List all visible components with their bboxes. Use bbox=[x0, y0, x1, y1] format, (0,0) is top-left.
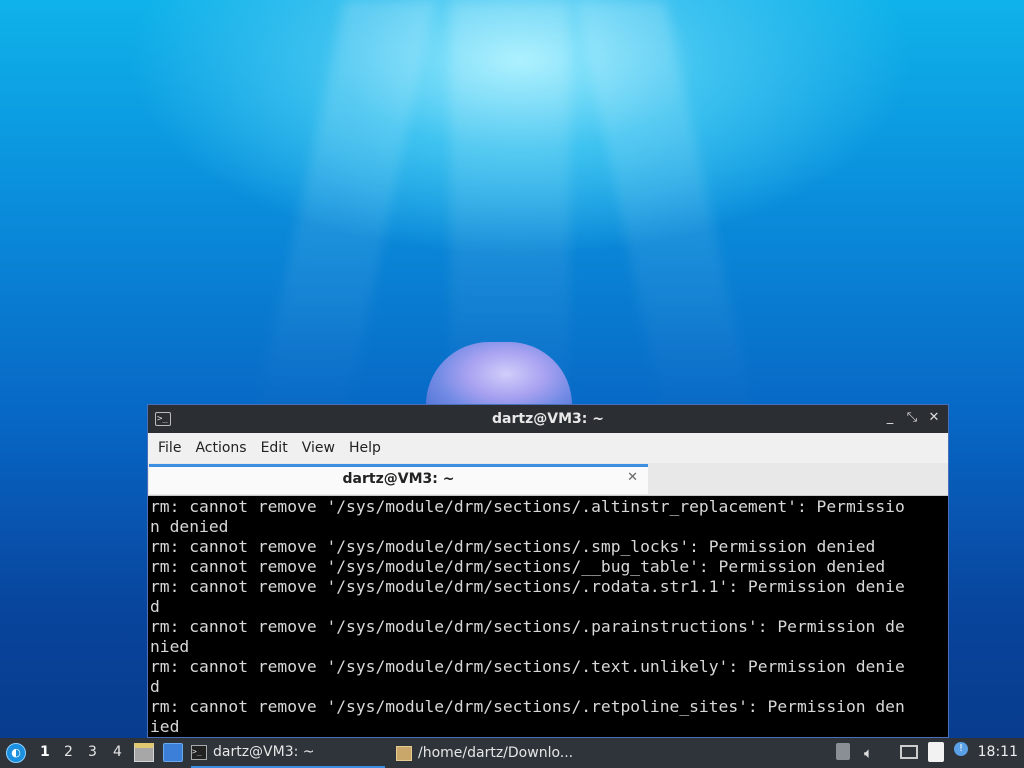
terminal-window: >_ dartz@VM3: ~ _ ⤡ ✕ File Actions Edit … bbox=[147, 404, 949, 738]
tab-bar: dartz@VM3: ~ ✕ bbox=[148, 463, 948, 496]
menu-edit[interactable]: Edit bbox=[261, 438, 288, 458]
terminal-line: ied bbox=[150, 717, 180, 736]
window-titlebar[interactable]: >_ dartz@VM3: ~ _ ⤡ ✕ bbox=[148, 405, 948, 433]
terminal-scrollbar[interactable] bbox=[926, 497, 948, 737]
window-controls: _ ⤡ ✕ bbox=[882, 410, 942, 425]
file-manager-icon[interactable] bbox=[134, 743, 154, 762]
workspace-2[interactable]: 2 bbox=[64, 744, 73, 760]
start-menu-icon[interactable]: ◐ bbox=[6, 743, 26, 763]
scroll-up-icon[interactable] bbox=[836, 743, 850, 760]
network-icon[interactable] bbox=[900, 745, 918, 759]
terminal-line: d bbox=[150, 677, 160, 696]
menu-help[interactable]: Help bbox=[349, 438, 381, 458]
terminal-line: d bbox=[150, 597, 160, 616]
tab-close-icon[interactable]: ✕ bbox=[627, 470, 638, 485]
notification-icon[interactable]: ! bbox=[954, 742, 968, 756]
terminal-line: rm: cannot remove '/sys/module/drm/secti… bbox=[150, 697, 905, 716]
workspace-4[interactable]: 4 bbox=[113, 744, 122, 760]
desktop-icon[interactable] bbox=[163, 743, 183, 762]
terminal-line: rm: cannot remove '/sys/module/drm/secti… bbox=[150, 557, 886, 576]
terminal-line: n denied bbox=[150, 517, 229, 536]
maximize-icon[interactable]: ⤡ bbox=[904, 410, 920, 425]
terminal-line: rm: cannot remove '/sys/module/drm/secti… bbox=[150, 577, 905, 596]
clock[interactable]: 18:11 bbox=[978, 744, 1018, 760]
workspace-3[interactable]: 3 bbox=[88, 744, 97, 760]
tab-terminal[interactable]: dartz@VM3: ~ ✕ bbox=[149, 464, 648, 494]
terminal-line: rm: cannot remove '/sys/module/drm/secti… bbox=[150, 617, 905, 636]
task-label: /home/dartz/Downlo... bbox=[418, 745, 574, 761]
menu-view[interactable]: View bbox=[302, 438, 335, 458]
close-icon[interactable]: ✕ bbox=[926, 410, 942, 425]
window-title: dartz@VM3: ~ bbox=[492, 411, 604, 427]
terminal-icon: >_ bbox=[155, 412, 171, 426]
task-terminal[interactable]: >_ dartz@VM3: ~ bbox=[191, 738, 385, 768]
clipboard-icon[interactable] bbox=[928, 742, 944, 762]
taskbar: ◐ 1 2 3 4 >_ dartz@VM3: ~ /home/dartz/Do… bbox=[0, 738, 1024, 768]
workspace-1[interactable]: 1 bbox=[40, 744, 50, 760]
terminal-output[interactable]: rm: cannot remove '/sys/module/drm/secti… bbox=[150, 497, 922, 737]
menu-bar: File Actions Edit View Help bbox=[148, 433, 948, 463]
terminal-line: rm: cannot remove '/sys/module/drm/secti… bbox=[150, 537, 876, 556]
menu-actions[interactable]: Actions bbox=[195, 438, 246, 458]
tab-title: dartz@VM3: ~ bbox=[342, 471, 455, 487]
task-file-manager[interactable]: /home/dartz/Downlo... bbox=[396, 738, 596, 768]
menu-file[interactable]: File bbox=[158, 438, 181, 458]
terminal-line: nied bbox=[150, 637, 190, 656]
terminal-icon: >_ bbox=[191, 744, 207, 760]
terminal-line: rm: cannot remove '/sys/module/drm/secti… bbox=[150, 657, 905, 676]
minimize-icon[interactable]: _ bbox=[882, 410, 898, 425]
wallpaper-light-ray bbox=[255, 0, 435, 420]
task-label: dartz@VM3: ~ bbox=[213, 744, 315, 760]
wallpaper-light-ray bbox=[575, 0, 755, 420]
volume-icon[interactable]: 🔈︎ bbox=[864, 744, 873, 762]
terminal-line: rm: cannot remove '/sys/module/drm/secti… bbox=[150, 497, 905, 516]
archive-icon bbox=[396, 745, 412, 761]
